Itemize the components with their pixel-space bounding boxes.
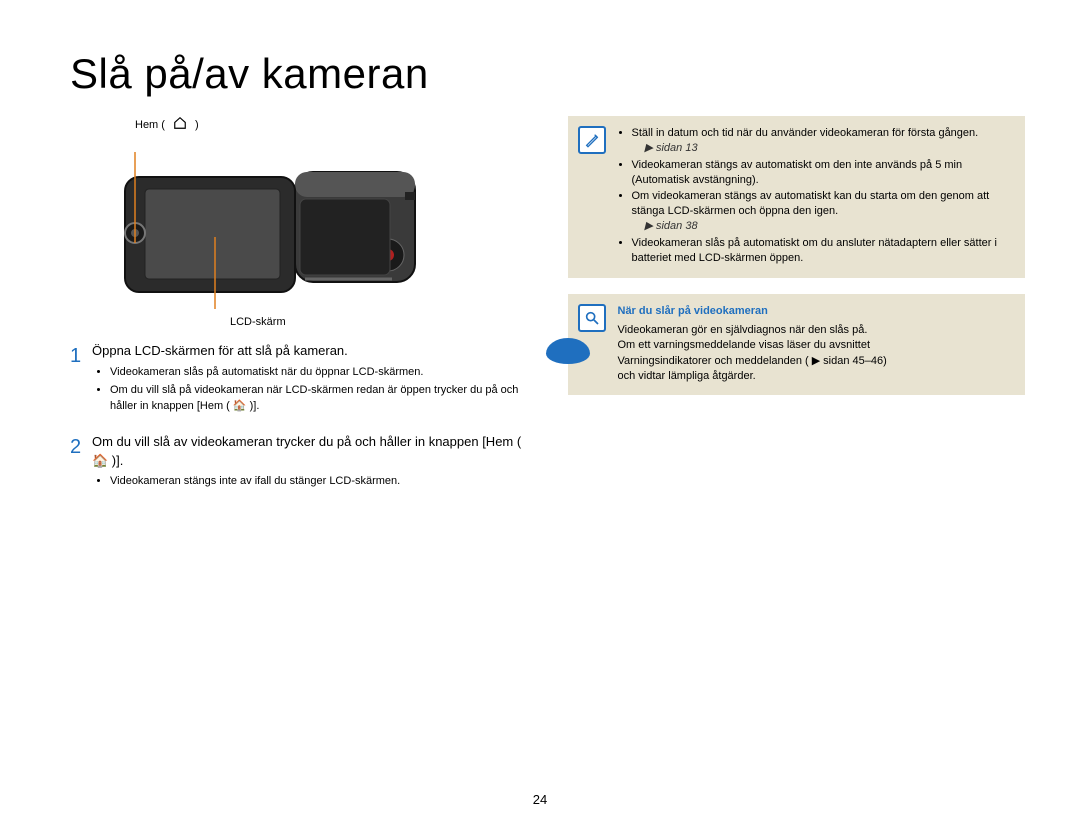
- info-box: När du slår på videokameran Videokameran…: [568, 294, 1026, 395]
- note-box: Ställ in datum och tid när du använder v…: [568, 116, 1026, 278]
- info-line: och vidtar lämpliga åtgärder.: [618, 369, 1014, 384]
- steps-list: 1 Öppna LCD-skärmen för att slå på kamer…: [70, 342, 528, 494]
- home-label-left: Hem (: [135, 119, 165, 131]
- step-text: Öppna LCD-skärmen för att slå på kameran…: [92, 343, 348, 358]
- step-number: 2: [70, 433, 92, 495]
- step-1: 1 Öppna LCD-skärmen för att slå på kamer…: [70, 342, 528, 419]
- home-label-row: Hem ( ): [70, 116, 528, 133]
- home-icon: [173, 116, 187, 133]
- note-icon: [578, 126, 606, 154]
- lcd-label: LCD-skärm: [230, 316, 528, 328]
- step-bullet: Videokameran slås på automatiskt när du …: [110, 365, 528, 381]
- step-text: Om du vill slå av videokameran trycker d…: [92, 434, 521, 468]
- page-number: 24: [533, 792, 547, 807]
- note-item: Videokameran stängs av automatiskt om de…: [632, 158, 1014, 188]
- info-heading: När du slår på videokameran: [618, 304, 1014, 319]
- page-title: Slå på/av kameran: [70, 50, 1025, 98]
- camera-illustration: [70, 137, 440, 312]
- left-column: Hem ( ): [70, 116, 528, 508]
- magnifier-icon: [578, 304, 606, 332]
- step-bullet: Videokameran stängs inte av ifall du stä…: [110, 474, 528, 490]
- info-line: Videokameran gör en självdiagnos när den…: [618, 323, 1014, 338]
- note-item: Videokameran slås på automatiskt om du a…: [632, 236, 1014, 266]
- info-line: Varningsindikatorer och meddelanden (▶si…: [618, 354, 1014, 369]
- right-column: Ställ in datum och tid när du använder v…: [568, 116, 1026, 508]
- note-item: Ställ in datum och tid när du använder v…: [632, 126, 1014, 156]
- step-number: 1: [70, 342, 92, 419]
- step-2: 2 Om du vill slå av videokameran trycker…: [70, 433, 528, 495]
- step-bullet: Om du vill slå på videokameran när LCD-s…: [110, 383, 528, 415]
- home-label-right: ): [195, 119, 199, 131]
- info-line: Om ett varningsmeddelande visas läser du…: [618, 338, 1014, 353]
- note-item: Om videokameran stängs av automatiskt ka…: [632, 189, 1014, 234]
- info-decoration: [546, 338, 590, 364]
